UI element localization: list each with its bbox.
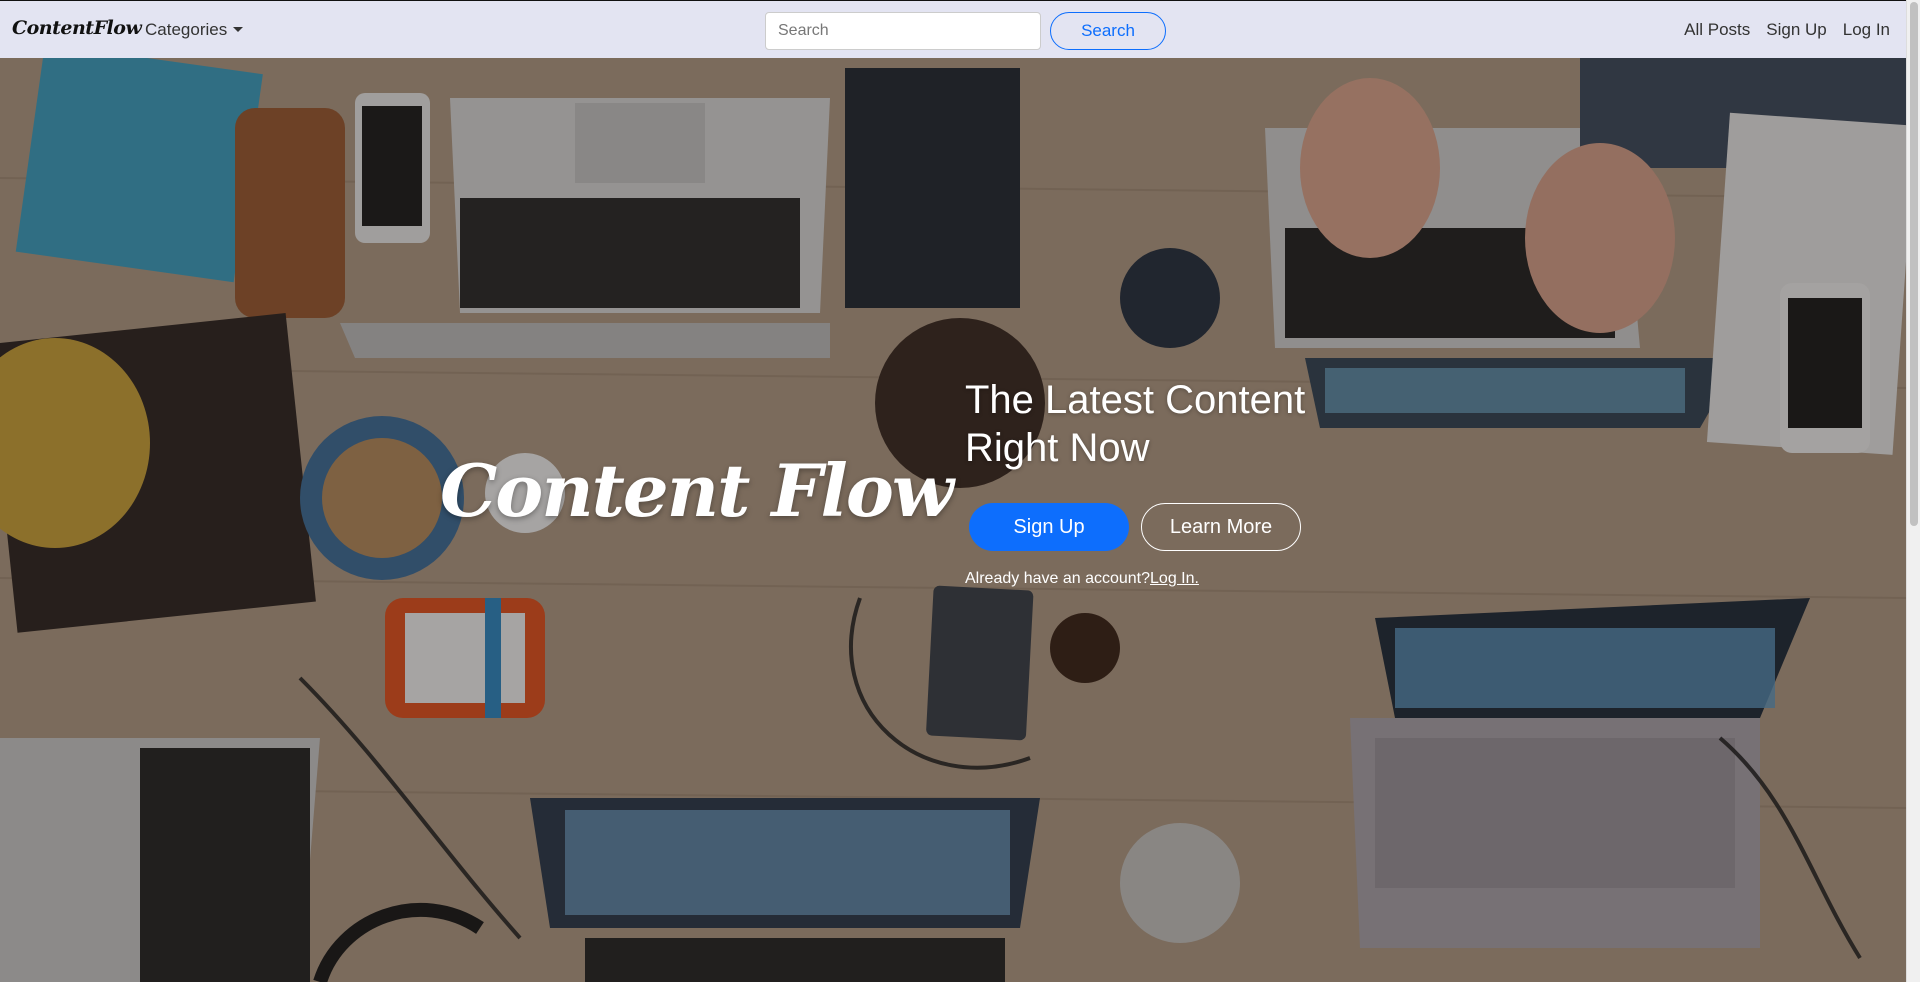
hero-section: Content Flow The Latest Content Right No… — [0, 58, 1906, 982]
hero-logo: Content Flow — [440, 448, 954, 533]
categories-label: Categories — [145, 20, 228, 39]
nav-link-all-posts[interactable]: All Posts — [1684, 20, 1750, 40]
caret-down-icon — [233, 27, 244, 32]
hero-log-in-link[interactable]: Log In. — [1150, 570, 1199, 587]
account-prompt: Already have an account?Log In. — [965, 570, 1199, 588]
scrollbar-thumb[interactable] — [1910, 2, 1918, 526]
nav-link-log-in[interactable]: Log In — [1843, 20, 1890, 40]
hero-learn-more-button[interactable]: Learn More — [1141, 503, 1301, 551]
brand-logo[interactable]: ContentFlow — [12, 17, 142, 39]
hero-dark-overlay — [0, 58, 1906, 982]
hero-sign-up-button[interactable]: Sign Up — [969, 503, 1129, 551]
nav-link-sign-up[interactable]: Sign Up — [1766, 20, 1826, 40]
page-scrollbar[interactable] — [1906, 0, 1920, 982]
search-button[interactable]: Search — [1050, 12, 1166, 50]
navbar: ContentFlow Categories Search All Posts … — [0, 0, 1906, 58]
hero-headline: The Latest Content Right Now — [965, 378, 1306, 470]
categories-dropdown[interactable]: Categories — [145, 20, 244, 40]
search-input[interactable] — [765, 12, 1041, 50]
nav-links: All Posts Sign Up Log In — [1684, 20, 1890, 40]
page: ContentFlow Categories Search All Posts … — [0, 0, 1920, 982]
account-prompt-text: Already have an account? — [965, 570, 1151, 587]
